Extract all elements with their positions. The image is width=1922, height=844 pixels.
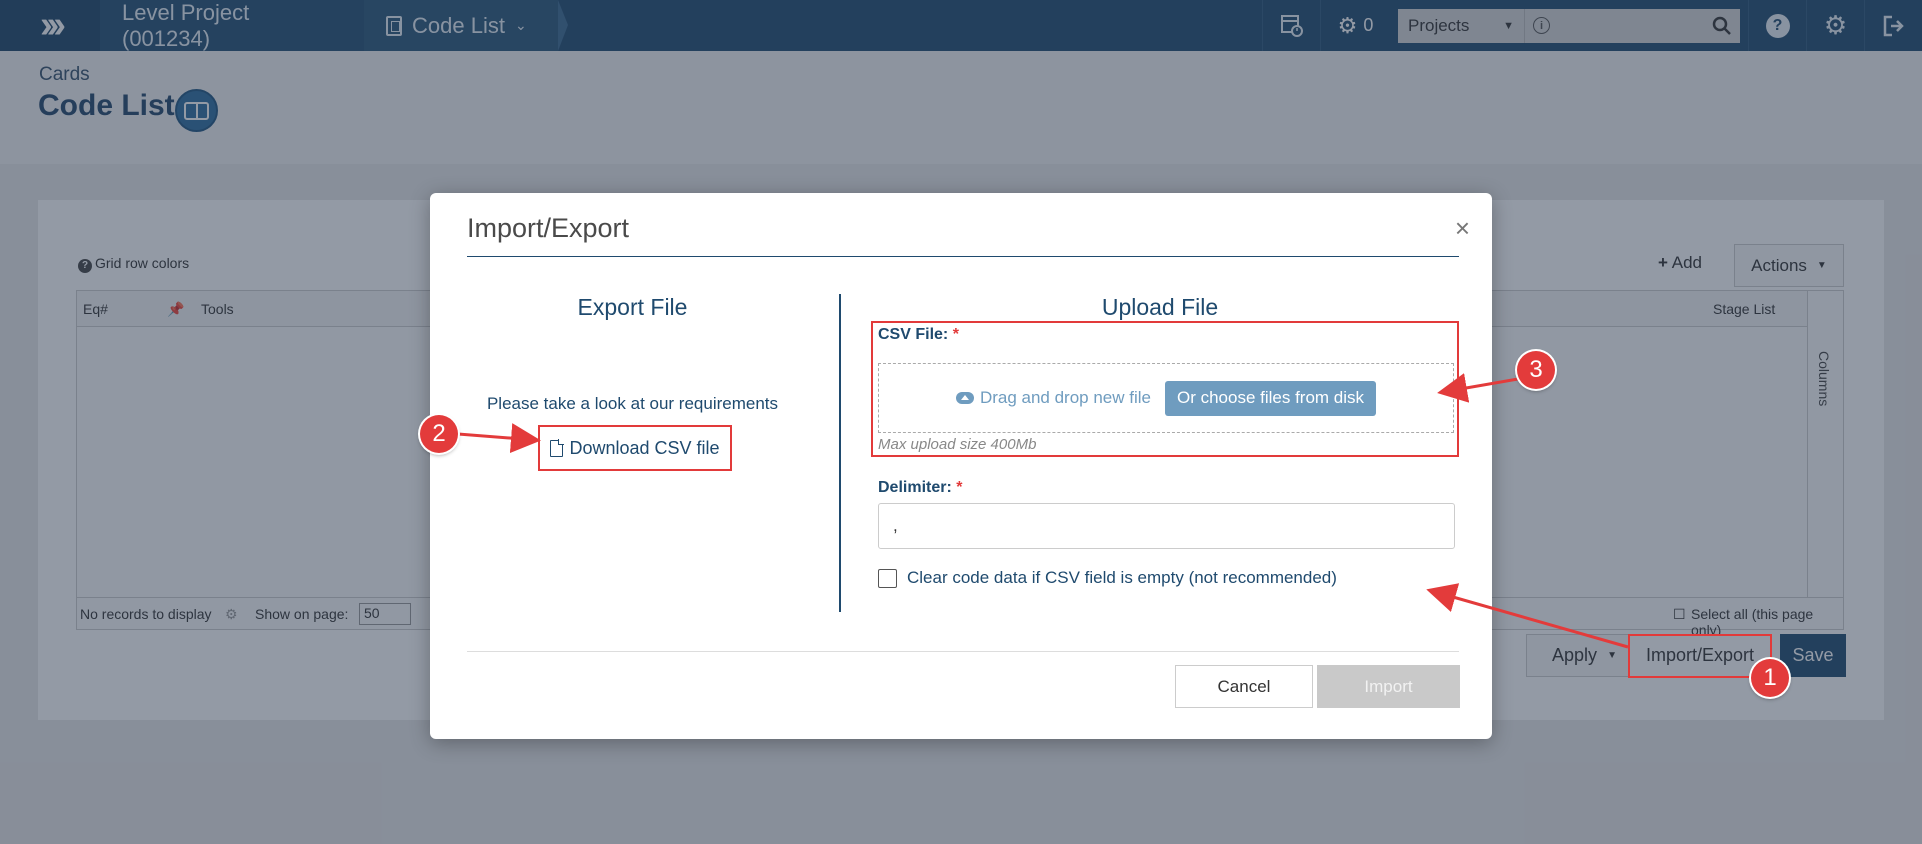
callout-badge-2: 2 [420,415,458,453]
choose-files-button[interactable]: Or choose files from disk [1164,380,1377,416]
clear-code-data-option[interactable]: Clear code data if CSV field is empty (n… [878,568,1337,588]
upload-file-heading: Upload File [1101,294,1219,320]
callout-badge-1: 1 [1751,659,1789,697]
max-upload-size-hint: Max upload size 400Mb [878,436,1037,453]
requirements-text: Please take a look at our requirements [486,394,779,413]
import-export-highlight [1628,634,1772,678]
delimiter-input[interactable] [878,503,1455,549]
import-export-modal: Import/Export × Export File Please take … [430,193,1492,739]
title-divider [467,256,1459,257]
column-divider [839,294,841,612]
delimiter-label: Delimiter: * [878,479,963,496]
csv-file-label: CSV File: * [878,326,959,343]
clear-code-data-checkbox[interactable] [878,568,897,588]
clear-code-data-label: Clear code data if CSV field is empty (n… [907,568,1337,587]
modal-title: Import/Export [467,213,630,243]
download-csv-button[interactable]: Download CSV file [538,425,732,471]
import-button[interactable]: Import [1317,665,1460,708]
callout-badge-3: 3 [1517,351,1555,389]
cancel-button[interactable]: Cancel [1175,665,1313,708]
file-icon [550,439,564,457]
cloud-upload-icon [955,392,974,404]
export-file-heading: Export File [577,294,688,320]
file-dropzone[interactable]: Drag and drop new file Or choose files f… [878,363,1454,433]
close-icon[interactable]: × [1455,213,1470,244]
footer-divider [467,651,1459,652]
drag-drop-text: Drag and drop new file [979,388,1151,407]
